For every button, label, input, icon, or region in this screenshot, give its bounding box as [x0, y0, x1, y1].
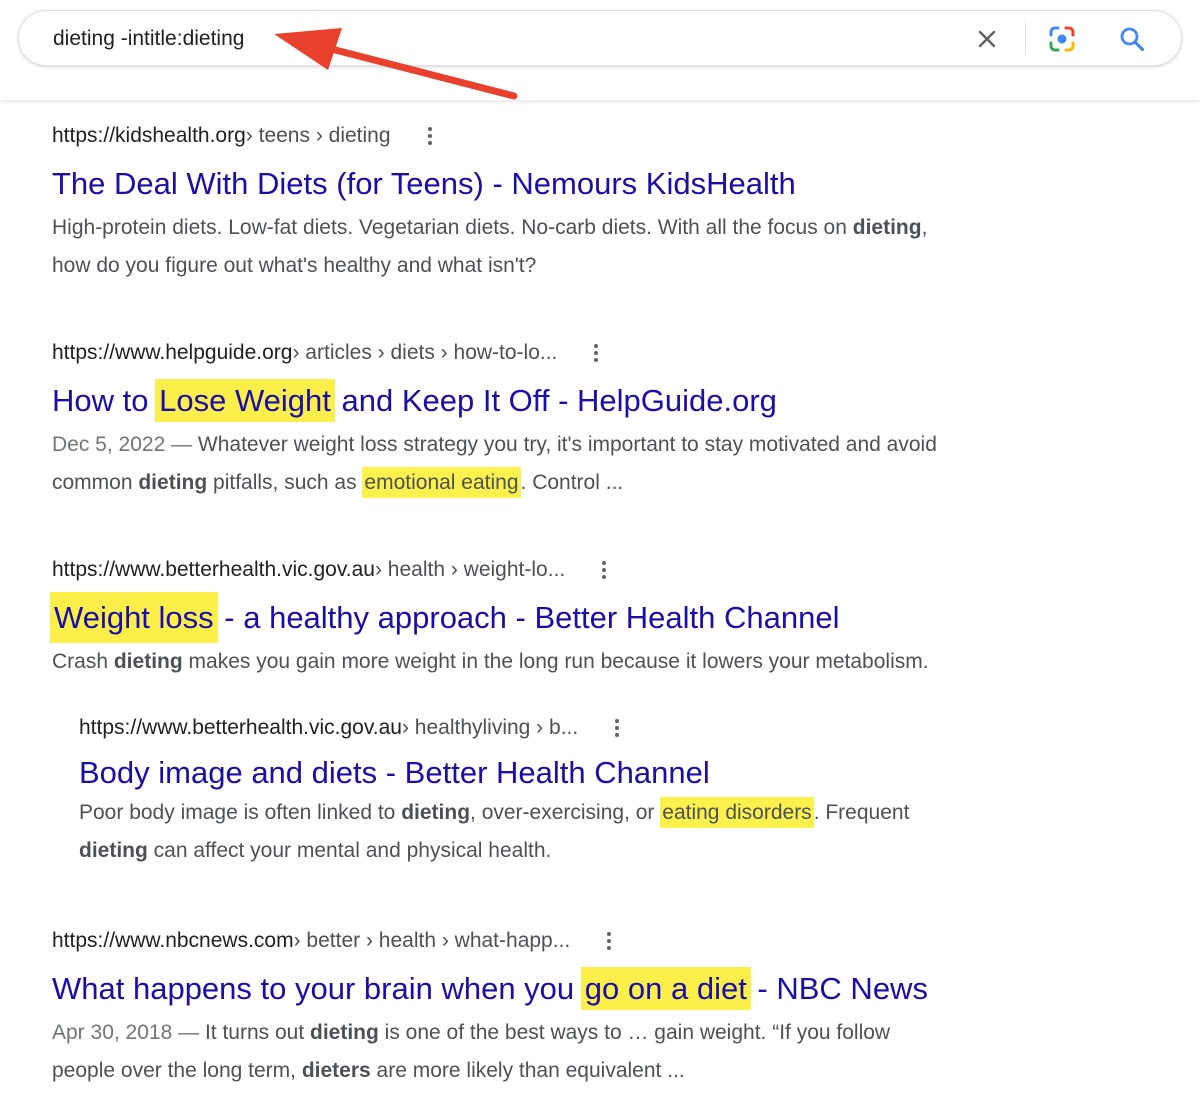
search-header	[0, 0, 1200, 100]
snippet-text: Whatever weight loss strategy you try, i…	[197, 433, 937, 456]
search-button[interactable]	[1117, 24, 1147, 54]
search-box[interactable]	[18, 10, 1182, 66]
result-title[interactable]: What happens to your brain when you go o…	[52, 967, 1092, 1010]
close-icon	[978, 30, 996, 48]
result-snippet: Poor body image is often linked to dieti…	[79, 794, 1079, 870]
snippet-text: are more likely than equivalent ...	[370, 1059, 685, 1082]
clear-button[interactable]	[972, 24, 1002, 54]
snippet-bold: dieting	[310, 1021, 379, 1044]
result-path: › better › health › what-happ...	[293, 929, 571, 952]
more-vert-icon[interactable]	[593, 344, 599, 362]
snippet-text: pitfalls, such as	[207, 471, 363, 494]
snippet-text: can affect your mental and physical heal…	[147, 839, 552, 862]
snippet-bold: dieting	[79, 839, 148, 862]
snippet-date: Dec 5, 2022 —	[52, 433, 198, 456]
snippet-bold: dieting	[401, 801, 471, 824]
snippet-bold: dieting	[138, 471, 208, 494]
result-path: › teens › dieting	[245, 124, 391, 147]
result-title[interactable]: How to Lose Weight and Keep It Off - Hel…	[52, 379, 1092, 422]
result-snippet: Dec 5, 2022 — Whatever weight loss strat…	[52, 426, 1092, 502]
snippet-text: people over the long term,	[52, 1059, 302, 1082]
result-snippet: Apr 30, 2018 — It turns out dieting is o…	[52, 1014, 1092, 1090]
search-result: https://www.nbcnews.com › better › healt…	[52, 927, 1092, 1090]
title-text: - NBC News	[748, 971, 928, 1006]
title-highlight: Lose Weight	[155, 379, 335, 422]
title-highlight: Weight loss	[50, 592, 218, 643]
search-result: https://www.helpguide.org › articles › d…	[52, 339, 1092, 502]
result-url[interactable]: https://www.nbcnews.com › better › healt…	[52, 927, 1092, 955]
search-input[interactable]	[53, 23, 933, 55]
result-snippet: Crash dieting makes you gain more weight…	[52, 643, 1092, 681]
snippet-text: common	[52, 471, 139, 494]
title-text: - a healthy approach - Better Health Cha…	[215, 600, 840, 635]
search-result: https://kidshealth.org › teens › dieting…	[52, 122, 1092, 285]
result-path: › healthyliving › b...	[401, 716, 579, 739]
result-domain: https://www.betterhealth.vic.gov.au	[52, 558, 375, 581]
camera-lens-icon	[1049, 26, 1075, 52]
snippet-highlight: emotional eating	[362, 467, 521, 498]
search-result-nested: https://www.betterhealth.vic.gov.au › he…	[79, 714, 1079, 870]
snippet-text: how do you figure out what's healthy and…	[52, 254, 537, 277]
title-text: How to	[52, 383, 158, 418]
snippet-bold: dieters	[301, 1059, 371, 1082]
snippet-text: makes you gain more weight in the long r…	[182, 650, 929, 673]
snippet-text: High-protein diets. Low-fat diets. Veget…	[52, 216, 853, 239]
result-path: › health › weight-lo...	[374, 558, 566, 581]
result-url[interactable]: https://kidshealth.org › teens › dieting	[52, 122, 1092, 150]
result-path: › articles › diets › how-to-lo...	[292, 341, 558, 364]
snippet-text: ,	[921, 216, 928, 239]
search-result: https://www.betterhealth.vic.gov.au › he…	[50, 556, 1092, 681]
result-url[interactable]: https://www.betterhealth.vic.gov.au › he…	[52, 556, 1092, 584]
more-vert-icon[interactable]	[427, 127, 433, 145]
snippet-text: . Frequent	[813, 801, 910, 824]
more-vert-icon[interactable]	[614, 719, 620, 737]
snippet-text: It turns out	[204, 1021, 310, 1044]
result-title[interactable]: Weight loss - a healthy approach - Bette…	[50, 592, 1092, 643]
lens-button[interactable]	[1047, 24, 1077, 54]
snippet-text: . Control ...	[520, 471, 624, 494]
snippet-highlight: eating disorders	[660, 797, 814, 828]
title-highlight: go on a diet	[580, 967, 751, 1010]
result-domain: https://kidshealth.org	[52, 124, 246, 147]
snippet-text: is one of the best ways to … gain weight…	[378, 1021, 891, 1044]
result-title[interactable]: The Deal With Diets (for Teens) - Nemour…	[52, 165, 1092, 203]
snippet-text: Poor body image is often linked to	[79, 801, 402, 824]
snippet-date: Apr 30, 2018 —	[52, 1021, 205, 1044]
result-url[interactable]: https://www.helpguide.org › articles › d…	[52, 339, 1092, 367]
result-title[interactable]: Body image and diets - Better Health Cha…	[79, 754, 1079, 792]
more-vert-icon[interactable]	[601, 561, 607, 579]
title-text: What happens to your brain when you	[52, 971, 583, 1006]
result-url[interactable]: https://www.betterhealth.vic.gov.au › he…	[79, 714, 1079, 742]
snippet-text: Crash	[52, 650, 114, 673]
result-domain: https://www.helpguide.org	[52, 341, 293, 364]
snippet-bold: dieting	[852, 216, 922, 239]
snippet-text: , over-exercising, or	[470, 801, 661, 824]
result-snippet: High-protein diets. Low-fat diets. Veget…	[52, 209, 1092, 285]
result-domain: https://www.nbcnews.com	[52, 929, 294, 952]
result-domain: https://www.betterhealth.vic.gov.au	[79, 716, 402, 739]
more-vert-icon[interactable]	[606, 932, 612, 950]
search-icon	[1120, 27, 1145, 52]
title-text: and Keep It Off - HelpGuide.org	[332, 383, 777, 418]
search-divider	[1025, 23, 1026, 55]
snippet-bold: dieting	[113, 650, 183, 673]
